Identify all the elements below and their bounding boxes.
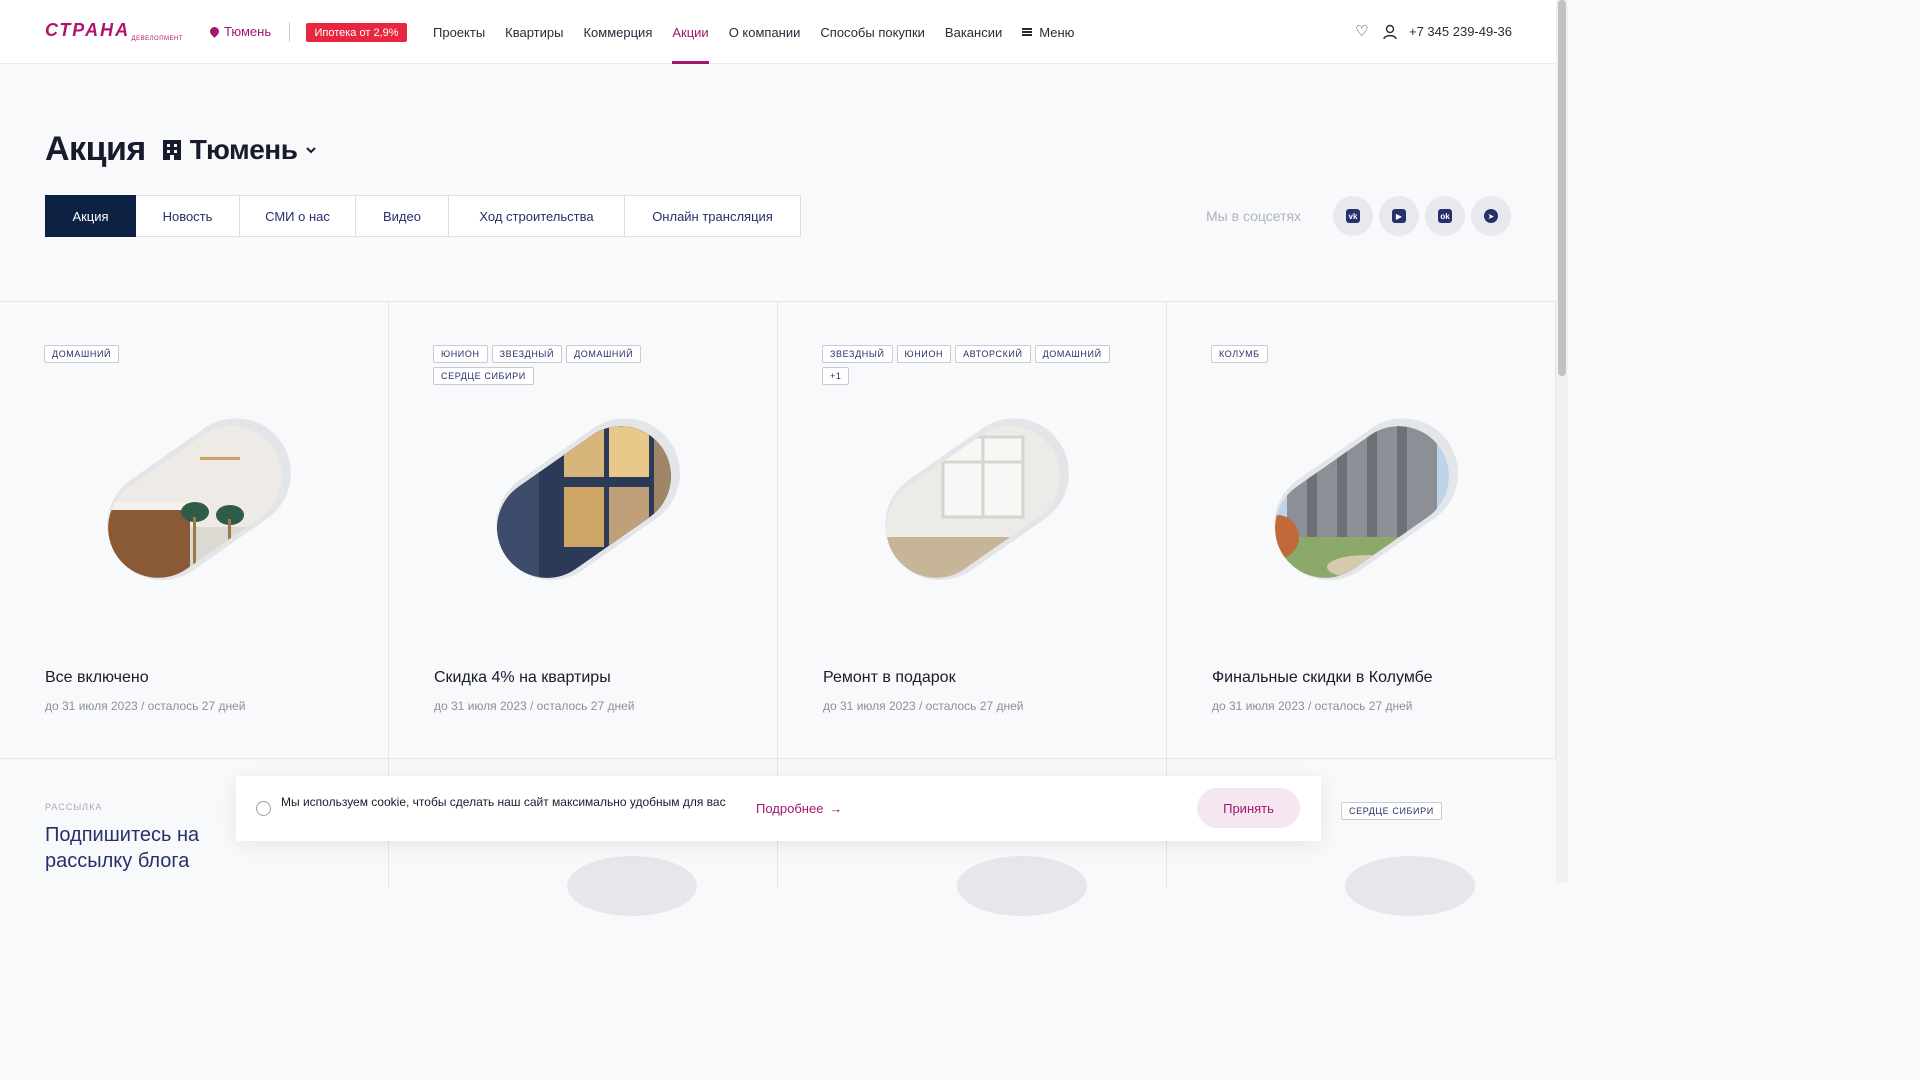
nav-item-vacancies[interactable]: Вакансии: [945, 0, 1002, 64]
project-tag[interactable]: СЕРДЦЕ СИБИРИ: [433, 367, 534, 385]
project-tag[interactable]: ЮНИОН: [433, 345, 488, 363]
location-pin-icon: [208, 25, 221, 38]
card-image-partial: [1345, 856, 1475, 916]
social-links: vk ▶ ok ➤: [1333, 196, 1511, 236]
nav-item-apartments[interactable]: Квартиры: [505, 0, 563, 64]
card-image: [88, 406, 302, 598]
cookie-accept-button[interactable]: Принять: [1197, 788, 1300, 828]
nav-item-about[interactable]: О компании: [729, 0, 801, 64]
card-tags: ЗВЕЗДНЫЙ ЮНИОН АВТОРСКИЙ ДОМАШНИЙ +1: [822, 345, 1122, 385]
subscribe-title[interactable]: Подпишитесь на рассылку блога: [45, 822, 265, 874]
arrow-right-icon: →: [829, 801, 843, 816]
card-image-partial: [957, 856, 1087, 916]
promo-card[interactable]: ЗВЕЗДНЫЙ ЮНИОН АВТОРСКИЙ ДОМАШНИЙ +1 Рем…: [778, 301, 1167, 759]
main-nav: Проекты Квартиры Коммерция Акции О компа…: [433, 0, 1074, 64]
logo-text: СТРАНА: [45, 20, 131, 40]
card-title[interactable]: Финальные скидки в Колумбе: [1212, 669, 1433, 687]
telegram-icon: ➤: [1484, 209, 1498, 223]
menu-label: Меню: [1039, 24, 1075, 40]
card-title[interactable]: Скидка 4% на квартиры: [434, 669, 611, 687]
card-tags: ДОМАШНИЙ: [44, 345, 344, 363]
project-tag[interactable]: ДОМАШНИЙ: [1034, 345, 1110, 363]
cookie-text: Мы используем cookie, чтобы сделать наш …: [281, 795, 726, 809]
hamburger-icon: [1022, 28, 1033, 36]
nav-item-commerce[interactable]: Коммерция: [583, 0, 652, 64]
cookie-icon: [256, 801, 271, 816]
nav-item-promotions[interactable]: Акции: [672, 0, 710, 64]
scrollbar[interactable]: [1556, 0, 1568, 882]
promo-card[interactable]: ЮНИОН ЗВЕЗДНЫЙ ДОМАШНИЙ СЕРДЦЕ СИБИРИ Ск…: [389, 301, 778, 759]
favorites-heart-icon[interactable]: ♡: [1355, 24, 1369, 39]
youtube-button[interactable]: ▶: [1379, 196, 1419, 236]
city-selector[interactable]: Тюмень: [208, 24, 272, 39]
title-city-selector[interactable]: Тюмень: [190, 134, 298, 166]
cookie-more-label: Подробнее: [756, 801, 824, 816]
user-icon[interactable]: [1383, 24, 1397, 40]
mortgage-promo-button[interactable]: Ипотека от 2,9%: [306, 23, 407, 42]
page-title-text: Акция: [45, 130, 146, 168]
city-label: Тюмень: [224, 24, 272, 39]
odnoklassniki-icon: ok: [1438, 209, 1452, 223]
project-tag[interactable]: ДОМАШНИЙ: [44, 345, 120, 363]
tab-promotion[interactable]: Акция: [45, 195, 136, 237]
project-tag[interactable]: ЗВЕЗДНЫЙ: [822, 345, 893, 363]
tab-construction[interactable]: Ход строительства: [449, 195, 625, 237]
tab-news[interactable]: Новость: [136, 195, 240, 237]
chevron-down-icon[interactable]: [305, 144, 317, 156]
cookie-more-link[interactable]: Подробнее →: [756, 801, 842, 816]
youtube-icon: ▶: [1392, 209, 1406, 223]
vk-icon: vk: [1346, 209, 1360, 223]
tab-live-stream[interactable]: Онлайн трансляция: [625, 195, 801, 237]
card-image: [1255, 406, 1469, 598]
nav-item-purchase-methods[interactable]: Способы покупки: [820, 0, 925, 64]
telegram-button[interactable]: ➤: [1471, 196, 1511, 236]
logo-subtext: ДЕВЕЛОПМЕНТ: [131, 36, 183, 42]
promo-card[interactable]: КОЛУМБ Финальные скидки в Колумбе до 31 …: [1167, 301, 1556, 759]
card-date: до 31 июля 2023 / осталось 27 дней: [1212, 699, 1413, 713]
card-image-partial: [567, 856, 697, 916]
divider: [289, 22, 290, 42]
card-title[interactable]: Ремонт в подарок: [823, 669, 956, 687]
logo[interactable]: СТРАНА ДЕВЕЛОПМЕНТ: [45, 20, 183, 42]
odnoklassniki-button[interactable]: ok: [1425, 196, 1465, 236]
category-tabs: Акция Новость СМИ о нас Видео Ход строит…: [45, 195, 801, 237]
card-tags: КОЛУМБ: [1211, 345, 1511, 363]
tab-media[interactable]: СМИ о нас: [240, 195, 356, 237]
project-tag[interactable]: КОЛУМБ: [1211, 345, 1268, 363]
card-date: до 31 июля 2023 / осталось 27 дней: [823, 699, 1024, 713]
project-tag[interactable]: ЗВЕЗДНЫЙ: [491, 345, 563, 363]
promo-card[interactable]: ДОМАШНИЙ Все включено до 31 июля 2023 / …: [0, 301, 389, 759]
menu-button[interactable]: Меню: [1022, 0, 1074, 64]
socials-label: Мы в соцсетях: [1206, 208, 1302, 224]
project-tag[interactable]: ДОМАШНИЙ: [566, 345, 642, 363]
card-image: [866, 406, 1080, 598]
card-tags: ЮНИОН ЗВЕЗДНЫЙ ДОМАШНИЙ СЕРДЦЕ СИБИРИ: [433, 345, 733, 385]
project-tag[interactable]: АВТОРСКИЙ: [955, 345, 1031, 363]
cookie-banner: Мы используем cookie, чтобы сделать наш …: [236, 776, 1321, 841]
more-tags-badge[interactable]: +1: [822, 367, 850, 385]
building-icon: [162, 139, 181, 160]
phone-link[interactable]: +7 345 239-49-36: [1409, 24, 1512, 39]
vk-button[interactable]: vk: [1333, 196, 1373, 236]
subscribe-category: РАССЫЛКА: [45, 802, 103, 812]
card-date: до 31 июля 2023 / осталось 27 дней: [45, 699, 246, 713]
tab-video[interactable]: Видео: [356, 195, 449, 237]
card-title[interactable]: Все включено: [45, 669, 149, 687]
card-date: до 31 июля 2023 / осталось 27 дней: [434, 699, 635, 713]
page-title: Акция Тюмень: [45, 130, 317, 169]
nav-item-projects[interactable]: Проекты: [433, 0, 485, 64]
card-image: [477, 406, 691, 598]
project-tag[interactable]: СЕРДЦЕ СИБИРИ: [1341, 802, 1442, 820]
project-tag[interactable]: ЮНИОН: [896, 345, 952, 363]
site-header: СТРАНА ДЕВЕЛОПМЕНТ Тюмень Ипотека от 2,9…: [0, 0, 1556, 64]
scrollbar-thumb[interactable]: [1558, 0, 1566, 376]
